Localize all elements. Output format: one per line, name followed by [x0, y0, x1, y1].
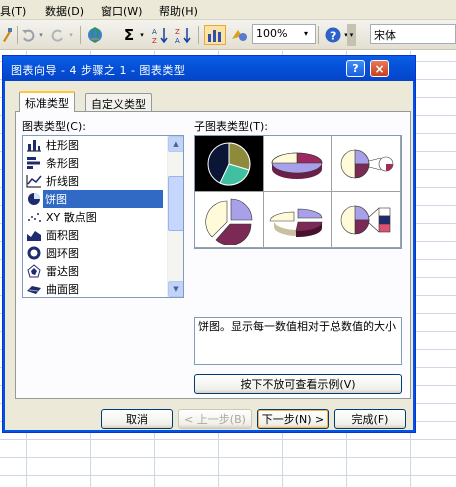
column-chart-icon — [27, 140, 41, 152]
svg-text:Z: Z — [152, 37, 157, 44]
chart-wizard-icon[interactable] — [204, 25, 226, 45]
paintbrush-icon[interactable] — [0, 25, 14, 45]
list-item-label: 圆环图 — [46, 247, 79, 260]
undo-icon[interactable] — [20, 25, 36, 45]
pie-chart-icon — [28, 193, 40, 205]
subtype-pie[interactable] — [195, 136, 264, 192]
list-scrollbar[interactable]: ▲ ▼ — [167, 136, 183, 297]
list-item-label: 条形图 — [46, 157, 79, 170]
list-item-bar[interactable]: 条形图 — [23, 154, 163, 172]
list-item-pie[interactable]: 饼图 — [43, 190, 163, 208]
chart-type-list[interactable]: 柱形图 条形图 折线图 饼图 XY 散点图 面积图 圆环图 雷达图 曲面图 ▲ … — [22, 135, 184, 298]
hyperlink-icon[interactable] — [86, 25, 104, 45]
menubar: 具(T) 数据(D) 窗口(W) 帮助(H) — [0, 0, 456, 20]
subtype-grid[interactable] — [194, 135, 402, 249]
sort-descending-icon[interactable]: ZA — [175, 25, 191, 45]
menu-tools[interactable]: 具(T) — [0, 3, 26, 19]
scroll-up-icon[interactable]: ▲ — [168, 136, 183, 152]
area-chart-icon — [27, 231, 41, 241]
pie-3d-subtype-icon — [272, 152, 323, 179]
chart-description: 饼图。显示每一数值相对于总数值的大小 — [194, 317, 402, 365]
menu-data[interactable]: 数据(D) — [45, 3, 84, 19]
list-item-radar[interactable]: 雷达图 — [23, 262, 163, 280]
svg-text:Z: Z — [175, 28, 180, 36]
svg-text:A: A — [175, 37, 180, 44]
list-item-label: 面积图 — [46, 229, 79, 242]
zoom-dropdown-icon[interactable]: ▾ — [304, 29, 308, 38]
help-button[interactable]: ? — [346, 60, 365, 77]
exploded-pie-subtype-icon — [205, 198, 253, 245]
next-button[interactable]: 下一步(N) > — [257, 409, 329, 429]
redo-icon[interactable] — [50, 25, 66, 45]
menu-help[interactable]: 帮助(H) — [159, 3, 198, 19]
autosum-dropdown-icon[interactable]: ▾ — [138, 25, 146, 45]
dialog-title: 图表向导 - 4 步骤之 1 - 图表类型 — [11, 64, 186, 77]
list-item-label: 雷达图 — [46, 265, 79, 278]
list-item-label: 折线图 — [46, 175, 79, 188]
pie-of-pie-subtype-icon — [340, 149, 394, 178]
chart-type-label: 图表类型(C): — [22, 120, 86, 133]
undo-dropdown-icon[interactable]: ▾ — [37, 25, 45, 45]
exploded-3d-pie-subtype-icon — [270, 208, 323, 237]
tab-standard-types[interactable]: 标准类型 — [19, 91, 75, 112]
list-item-label: 饼图 — [43, 191, 69, 207]
list-item-doughnut[interactable]: 圆环图 — [23, 244, 163, 262]
back-button[interactable]: < 上一步(B) — [178, 409, 252, 429]
bar-of-pie-subtype-icon — [340, 205, 391, 234]
pie-subtype-icon — [207, 141, 251, 185]
list-item-area[interactable]: 面积图 — [23, 226, 163, 244]
subtype-3d-pie[interactable] — [263, 136, 333, 192]
radar-chart-icon — [27, 264, 41, 278]
list-item-line[interactable]: 折线图 — [23, 172, 163, 190]
bar-chart-icon — [27, 157, 40, 169]
subtype-bar-of-pie[interactable] — [332, 192, 401, 248]
drawing-icon[interactable] — [229, 25, 249, 45]
scatter-chart-icon — [28, 213, 41, 222]
toolbar-options-icon[interactable]: ▾ — [347, 24, 356, 46]
tab-custom-types[interactable]: 自定义类型 — [85, 93, 152, 111]
font-name-select[interactable]: 宋体 — [370, 24, 456, 44]
svg-text:A: A — [152, 28, 157, 36]
list-item-column[interactable]: 柱形图 — [23, 136, 163, 154]
finish-button[interactable]: 完成(F) — [334, 409, 406, 429]
subtype-exploded-3d-pie[interactable] — [263, 192, 333, 248]
svg-text:?: ? — [330, 30, 336, 43]
list-item-label: 柱形图 — [46, 139, 79, 152]
list-item-surface[interactable]: 曲面图 — [23, 280, 163, 297]
scroll-down-icon[interactable]: ▼ — [168, 281, 183, 297]
line-chart-icon — [26, 175, 42, 188]
subtype-label: 子图表类型(T): — [194, 120, 269, 133]
doughnut-chart-icon — [27, 246, 41, 260]
close-button[interactable]: × — [370, 60, 389, 77]
list-item-scatter[interactable]: XY 散点图 — [23, 208, 163, 226]
list-item-label: XY 散点图 — [46, 211, 97, 224]
dialog-titlebar[interactable]: 图表向导 - 4 步骤之 1 - 图表类型 ? × — [3, 56, 415, 81]
chart-wizard-dialog: 图表向导 - 4 步骤之 1 - 图表类型 ? × 标准类型 自定义类型 图表类… — [2, 55, 416, 433]
menu-window[interactable]: 窗口(W) — [101, 3, 142, 19]
subtype-exploded-pie[interactable] — [195, 192, 264, 248]
sort-ascending-icon[interactable]: AZ — [152, 25, 168, 45]
toolbar: ▾ ▾ Σ ▾ AZ ZA 100% ▾ ? ▾ ▾ 宋体 — [0, 20, 456, 50]
help-icon[interactable]: ? — [324, 25, 342, 45]
preview-sample-button[interactable]: 按下不放可查看示例(V) — [194, 374, 402, 394]
tab-panel: 图表类型(C): 子图表类型(T): 柱形图 条形图 折线图 饼图 XY 散点图… — [15, 111, 411, 399]
redo-dropdown-icon[interactable]: ▾ — [67, 25, 75, 45]
subtype-pie-of-pie[interactable] — [332, 136, 401, 192]
surface-chart-icon — [27, 286, 41, 294]
list-item-label: 曲面图 — [46, 283, 79, 296]
scroll-thumb[interactable] — [168, 176, 183, 231]
autosum-icon[interactable]: Σ — [121, 25, 137, 45]
cancel-button[interactable]: 取消 — [101, 409, 173, 429]
